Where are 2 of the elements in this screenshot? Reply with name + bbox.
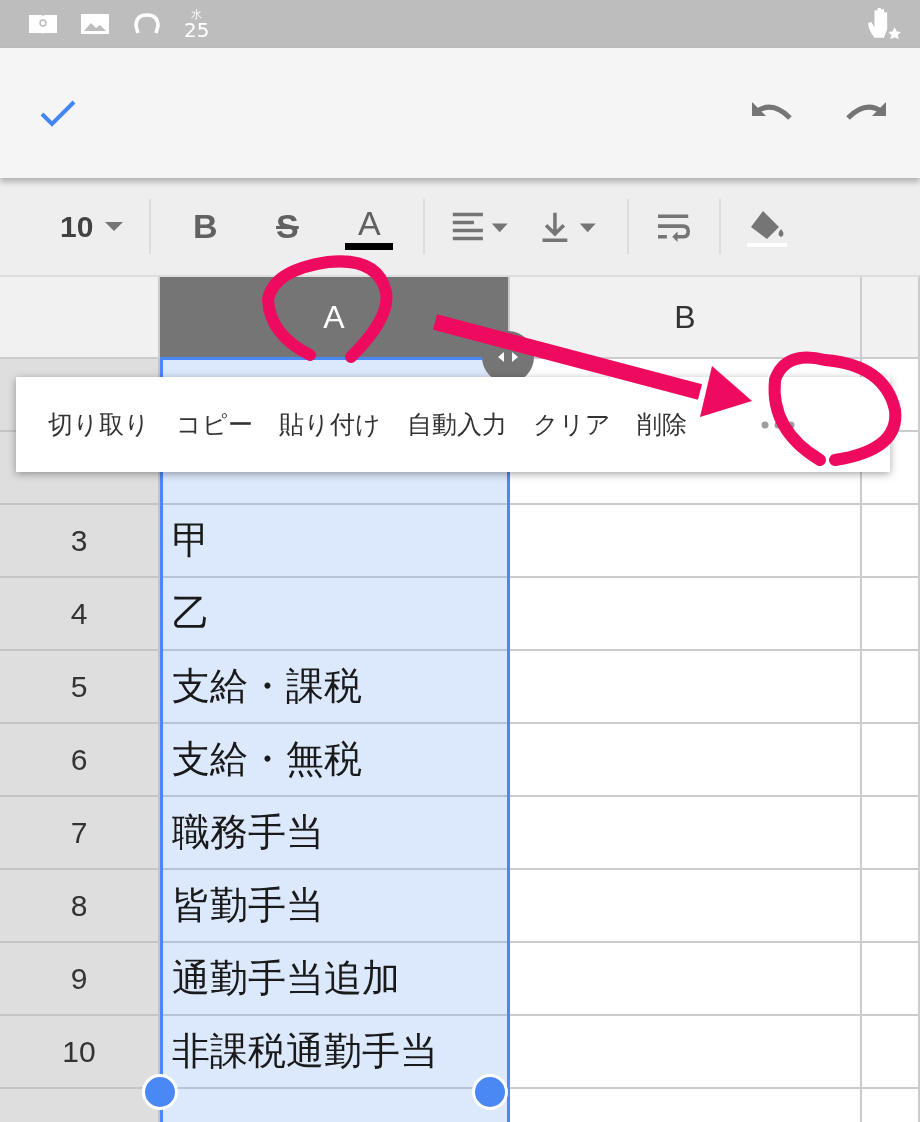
day-text: 25 <box>184 19 210 40</box>
weekday-text: 水 <box>191 8 203 20</box>
